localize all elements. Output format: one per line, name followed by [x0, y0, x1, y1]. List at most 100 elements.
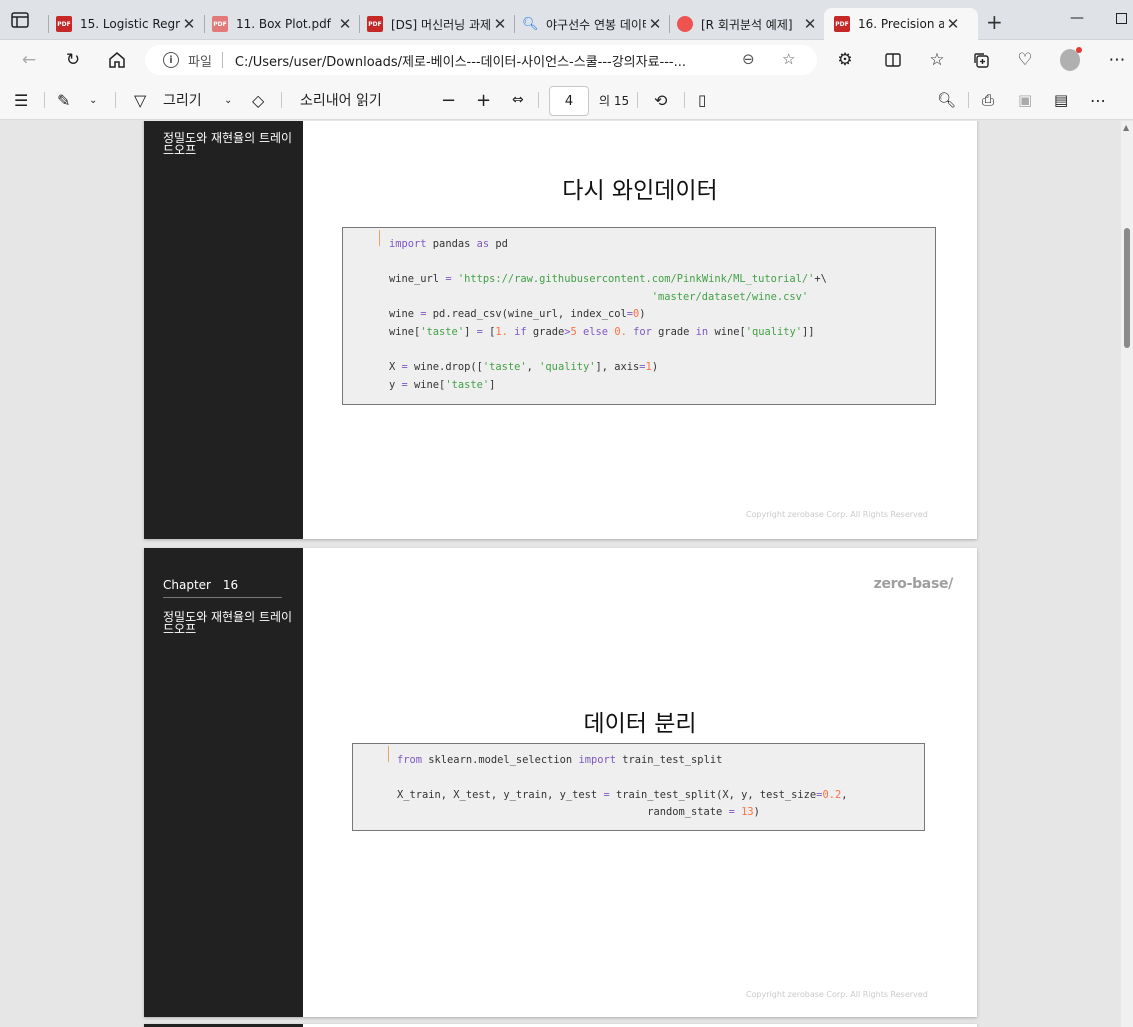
highlight-icon[interactable]: ✎	[57, 80, 70, 120]
close-icon[interactable]: ✕	[336, 15, 354, 33]
close-icon[interactable]: ✕	[801, 15, 819, 33]
pdf-icon: PDF	[367, 16, 383, 32]
tab-label: [R 회귀분석 예제]	[701, 17, 793, 32]
tab-separator	[204, 15, 205, 33]
url-text[interactable]: C:/Users/user/Downloads/제로-베이스---데이터-사이언…	[235, 51, 725, 70]
cursor-marker	[379, 230, 380, 246]
save-icon[interactable]: ▣	[1018, 80, 1032, 120]
pdf-icon: PDF	[212, 16, 228, 32]
chevron-down-icon[interactable]: ⌄	[224, 80, 232, 120]
sidebar-title: 정밀도와 재현율의 트레이드오프	[163, 131, 293, 157]
favorites-icon[interactable]: ☆	[927, 50, 947, 70]
divider	[221, 52, 223, 68]
pdf-page: 정밀도와 재현율의 트레이드오프 다시 와인데이터 import pandas …	[144, 121, 977, 539]
tab-box-plot[interactable]: PDF 11. Box Plot.pdf ✕	[212, 8, 357, 40]
pdf-icon: PDF	[834, 16, 850, 32]
chapter-text: Chapter	[163, 578, 211, 592]
maximize-button[interactable]	[1116, 13, 1127, 24]
address-bar[interactable]: i 파일 C:/Users/user/Downloads/제로-베이스---데이…	[145, 45, 817, 75]
tab-strip: PDF 15. Logistic Regression ✕ PDF 11. Bo…	[0, 0, 1133, 40]
scrollbar-thumb[interactable]	[1124, 228, 1130, 348]
info-icon[interactable]: i	[163, 52, 179, 68]
divider	[538, 92, 539, 108]
tab-separator	[359, 15, 360, 33]
tab-separator	[669, 15, 670, 33]
new-tab-button[interactable]: +	[986, 12, 1003, 32]
close-icon[interactable]: ✕	[491, 15, 509, 33]
minimize-button[interactable]: —	[1070, 10, 1084, 26]
zoom-out-button[interactable]: −	[441, 80, 456, 120]
search-icon: 🔍︎	[522, 16, 539, 32]
divider	[637, 92, 638, 108]
slide-title: 다시 와인데이터	[562, 178, 718, 204]
code-line: wine = pd.read_csv(wine_url, index_col=0…	[389, 308, 646, 321]
divider	[44, 92, 45, 108]
code-line: X_train, X_test, y_train, y_test = train…	[397, 788, 848, 801]
more-options-icon[interactable]: ⋯	[1107, 50, 1127, 70]
print-icon[interactable]: ⎙	[982, 80, 994, 120]
table-of-contents-icon[interactable]: ☰	[14, 80, 28, 120]
page-number-input[interactable]: 4	[549, 86, 589, 116]
code-block: from sklearn.model_selection import trai…	[352, 743, 925, 831]
total-pages: 의 15	[599, 93, 630, 108]
code-line: 'master/dataset/wine.csv'	[651, 290, 809, 303]
tab-separator	[48, 15, 49, 33]
navigation-bar: ← ↻ i 파일 C:/Users/user/Downloads/제로-베이스-…	[0, 40, 1133, 80]
pdf-toolbar: ☰ ✎ ⌄ ▽ 그리기 ⌄ ◇ 소리내어 읽기 − + ⇔ 4 의 15 ⟲ ▯…	[0, 80, 1133, 120]
close-icon[interactable]: ✕	[646, 15, 664, 33]
close-icon[interactable]: ✕	[944, 15, 962, 33]
fit-to-page-icon[interactable]: ⇔	[512, 80, 524, 120]
cursor-marker	[388, 746, 389, 762]
code-block: import pandas as pd wine_url = 'https://r…	[342, 227, 936, 405]
divider	[163, 597, 282, 598]
tab-logistic-regression[interactable]: PDF 15. Logistic Regression ✕	[56, 8, 201, 40]
copyright-text: Copyright zerobase Corp. All Rights Rese…	[746, 510, 928, 519]
url-scheme: 파일	[188, 54, 212, 70]
code-line: y = wine['taste']	[389, 378, 496, 391]
zoom-in-button[interactable]: +	[476, 80, 491, 120]
more-options-icon[interactable]: ⋯	[1090, 80, 1106, 120]
tab-regression-example[interactable]: [R 회귀분석 예제] ✕	[677, 8, 822, 40]
site-icon	[677, 16, 693, 32]
draw-icon[interactable]: ▽	[134, 80, 146, 120]
pdf-icon: PDF	[56, 16, 72, 32]
tab-label: [DS] 머신러닝 과제	[391, 17, 491, 32]
save-as-icon[interactable]: ▤	[1054, 80, 1068, 120]
home-button[interactable]	[107, 50, 127, 70]
browser-essentials-icon[interactable]: ♡	[1015, 50, 1035, 70]
profile-avatar[interactable]	[1060, 47, 1082, 71]
divider	[115, 92, 116, 108]
read-aloud-button[interactable]: 소리내어 읽기	[300, 80, 382, 120]
tab-separator	[514, 15, 515, 33]
split-screen-icon[interactable]	[883, 50, 903, 70]
tab-label: 16. Precision and Recall	[858, 17, 944, 31]
code-line: X = wine.drop(['taste', 'quality'], axis…	[389, 361, 659, 374]
zoom-out-icon[interactable]: ⊖	[742, 50, 755, 68]
code-line: random_state = 13)	[397, 805, 760, 818]
chevron-down-icon[interactable]: ⌄	[89, 80, 97, 120]
eraser-icon[interactable]: ◇	[252, 80, 264, 120]
divider	[684, 92, 685, 108]
page-view-icon[interactable]: ▯	[698, 80, 706, 120]
close-icon[interactable]: ✕	[180, 15, 198, 33]
extensions-icon[interactable]: ⚙	[835, 50, 855, 70]
draw-button[interactable]: 그리기	[163, 80, 202, 120]
tab-precision-recall[interactable]: PDF 16. Precision and Recall ✕	[824, 8, 978, 40]
tab-label: 11. Box Plot.pdf	[236, 17, 331, 31]
search-icon[interactable]: 🔍︎	[937, 80, 956, 120]
pdf-page: Chapter 16 정밀도와 재현율의 트레이드오프 zero-base/ 데…	[144, 548, 977, 1017]
vertical-scrollbar[interactable]: ▲	[1121, 121, 1133, 1027]
pdf-viewer[interactable]: 정밀도와 재현율의 트레이드오프 다시 와인데이터 import pandas …	[0, 121, 1133, 1027]
back-button[interactable]: ←	[19, 50, 39, 70]
collections-icon[interactable]	[971, 50, 991, 70]
scroll-up-icon[interactable]: ▲	[1123, 123, 1129, 132]
tab-actions-icon[interactable]	[10, 10, 30, 30]
tab-baseball-salary[interactable]: 🔍︎ 야구선수 연봉 데이터 ✕	[522, 8, 667, 40]
refresh-button[interactable]: ↻	[63, 50, 83, 70]
code-line: from sklearn.model_selection import trai…	[397, 754, 723, 766]
favorite-star-icon[interactable]: ☆	[782, 50, 795, 68]
tab-ml-assignment[interactable]: PDF [DS] 머신러닝 과제 ✕	[367, 8, 512, 40]
rotate-icon[interactable]: ⟲	[654, 80, 667, 120]
tab-label: 야구선수 연봉 데이터	[546, 17, 646, 32]
zero-base-logo: zero-base/	[873, 576, 954, 592]
